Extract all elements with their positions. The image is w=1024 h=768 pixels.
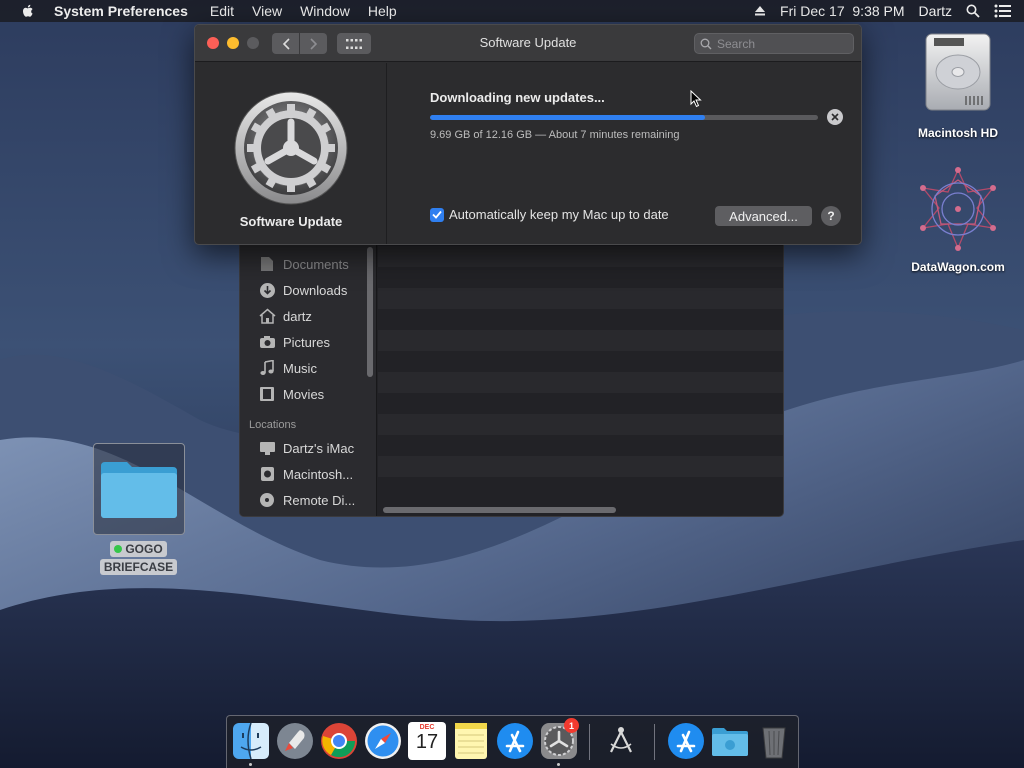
pane-label: Software Update: [239, 214, 343, 229]
menu-help[interactable]: Help: [368, 3, 397, 19]
download-progress-fill: [430, 115, 706, 120]
calendar-month: DEC: [419, 724, 435, 731]
sidebar-item-remote-disc[interactable]: Remote Di...: [258, 490, 355, 510]
gear-icon: [234, 91, 348, 205]
sidebar-item-label: dartz: [283, 308, 312, 324]
download-icon: [258, 281, 276, 299]
help-button[interactable]: ?: [821, 206, 841, 226]
finder-window: Documents Downloads dartz Pictures Music: [239, 230, 784, 517]
trash-icon[interactable]: [755, 722, 793, 760]
sidebar-item-label: Downloads: [283, 282, 348, 298]
sidebar-item-pictures[interactable]: Pictures: [258, 332, 330, 352]
sidebar-item-macintosh[interactable]: Macintosh...: [258, 464, 353, 484]
menu-user[interactable]: Dartz: [919, 3, 952, 19]
sidebar-item-movies[interactable]: Movies: [258, 384, 324, 404]
briefcase-label-line2: BRIEFCASE: [99, 559, 178, 575]
green-tag-dot: [114, 545, 123, 553]
search-field[interactable]: Search: [694, 33, 854, 54]
finder-content-area[interactable]: [378, 231, 783, 516]
mouse-cursor-icon: [690, 90, 702, 108]
spotlight-search-icon[interactable]: [966, 4, 980, 18]
sidebar-item-documents[interactable]: Documents: [258, 254, 349, 274]
window-titlebar: Software Update Search: [195, 25, 861, 62]
folder-icon: [101, 462, 177, 518]
folder-icon[interactable]: [711, 722, 749, 760]
sidebar-scrollbar[interactable]: [367, 247, 373, 377]
datawagon-logo-icon: [920, 167, 996, 251]
sidebar-item-imac[interactable]: Dartz's iMac: [258, 438, 354, 458]
horizontal-scrollbar[interactable]: [383, 507, 616, 513]
optical-disc-icon: [258, 491, 276, 509]
camera-icon: [258, 333, 276, 351]
system-preferences-dock-item[interactable]: 1: [540, 718, 579, 760]
film-icon: [258, 385, 276, 403]
menu-bar: System Preferences Edit View Window Help…: [0, 0, 1024, 22]
auto-update-row[interactable]: Automatically keep my Mac up to date: [430, 207, 669, 222]
desktop-icon-datawagon[interactable]: DataWagon.com: [900, 166, 1016, 274]
running-indicator: [557, 763, 560, 766]
auto-update-checkbox[interactable]: [430, 207, 444, 222]
sidebar-item-label: Documents: [283, 256, 349, 272]
desktop-icon-macintosh-hd[interactable]: Macintosh HD: [908, 30, 1008, 140]
sidebar-item-label: Remote Di...: [283, 492, 356, 508]
notification-badge: 1: [564, 718, 579, 733]
chrome-icon[interactable]: [320, 722, 358, 760]
notes-icon[interactable]: [452, 722, 490, 760]
dock-separator: [654, 724, 655, 760]
briefcase-label-line1: GOGO: [125, 542, 163, 556]
sidebar-item-label: Pictures: [283, 334, 330, 350]
download-progress-bar: [430, 115, 818, 120]
sidebar-item-home[interactable]: dartz: [258, 306, 312, 326]
app-store-icon[interactable]: [496, 722, 534, 760]
auto-update-label: Automatically keep my Mac up to date: [449, 207, 669, 222]
menu-app-name[interactable]: System Preferences: [54, 3, 188, 19]
utility-icon[interactable]: [602, 722, 640, 760]
sidebar-heading-locations: Locations: [249, 419, 297, 431]
launchpad-icon[interactable]: [276, 722, 314, 760]
macintosh-hd-label: Macintosh HD: [917, 126, 998, 140]
eject-icon[interactable]: [754, 5, 766, 17]
sidebar-item-downloads[interactable]: Downloads: [258, 280, 347, 300]
search-placeholder: Search: [717, 36, 756, 51]
safari-icon[interactable]: [364, 722, 402, 760]
calendar-icon[interactable]: DEC 17: [408, 722, 446, 760]
advanced-button[interactable]: Advanced...: [715, 206, 812, 226]
sidebar-item-label: Macintosh...: [283, 466, 354, 482]
hard-drive-icon: [925, 33, 991, 111]
menu-edit[interactable]: Edit: [210, 3, 234, 19]
music-icon: [258, 359, 276, 377]
pane-sidebar: Software Update: [195, 63, 387, 244]
running-indicator: [249, 763, 252, 766]
sidebar-item-music[interactable]: Music: [258, 358, 317, 378]
dock-separator: [589, 724, 590, 760]
imac-icon: [258, 439, 276, 457]
finder-icon[interactable]: [232, 722, 270, 760]
app-store-icon[interactable]: [667, 722, 705, 760]
download-status: Downloading new updates...: [430, 90, 605, 105]
download-detail: 9.69 GB of 12.16 GB — About 7 minutes re…: [430, 129, 680, 141]
calendar-day: 17: [415, 731, 439, 753]
home-icon: [258, 307, 276, 325]
datawagon-label: DataWagon.com: [911, 260, 1005, 274]
finder-sidebar: Documents Downloads dartz Pictures Music: [240, 231, 377, 516]
software-update-window: Software Update Search Software Update D…: [194, 24, 862, 245]
sidebar-item-label: Dartz's iMac: [283, 440, 355, 456]
menu-window[interactable]: Window: [300, 3, 350, 19]
menu-view[interactable]: View: [252, 3, 282, 19]
briefcase-label: GOGO BRIEFCASE: [98, 540, 179, 576]
checkmark-icon: [432, 210, 442, 219]
sidebar-item-label: Movies: [283, 386, 325, 402]
close-icon: [831, 113, 839, 121]
sidebar-item-label: Music: [283, 360, 317, 376]
apple-menu-icon[interactable]: [19, 2, 37, 20]
disk-icon: [258, 465, 276, 483]
search-icon: [700, 38, 712, 49]
document-icon: [258, 255, 276, 273]
menu-clock[interactable]: Fri Dec 17 9:38 PM: [780, 3, 905, 19]
cancel-download-button[interactable]: [827, 109, 843, 125]
desktop-icon-briefcase[interactable]: [93, 443, 185, 535]
dock: DEC 17 1: [226, 715, 799, 768]
notification-center-icon[interactable]: [994, 4, 1012, 18]
